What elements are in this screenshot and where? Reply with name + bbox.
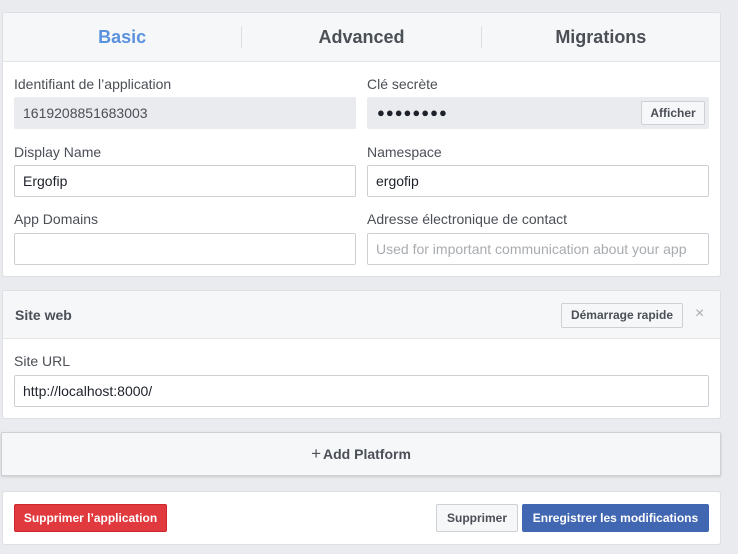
website-platform-panel: Site web Démarrage rapide × Site URL htt… [2, 290, 721, 419]
secret-key-label: Clé secrète [367, 76, 438, 92]
quick-start-button[interactable]: Démarrage rapide [561, 303, 683, 328]
namespace-label: Namespace [367, 144, 442, 160]
secret-key-masked: ●●●●●●●● [377, 105, 448, 120]
app-domains-label: App Domains [14, 211, 99, 227]
app-domains-field[interactable] [14, 233, 356, 265]
site-url-label: Site URL [14, 353, 71, 369]
display-name-label: Display Name [14, 144, 102, 160]
contact-email-placeholder: Used for important communication about y… [376, 241, 687, 257]
app-id-field: 1619208851683003 [14, 97, 356, 129]
tab-advanced[interactable]: Advanced [242, 13, 480, 62]
basic-settings-panel: Basic Advanced Migrations Identifiant de… [2, 12, 721, 277]
delete-button[interactable]: Supprimer [436, 504, 518, 532]
footer-actions-panel: Supprimer l’application Supprimer Enregi… [2, 491, 721, 545]
namespace-field[interactable]: ergofip [367, 165, 709, 197]
show-secret-button[interactable]: Afficher [641, 101, 705, 125]
website-panel-header: Site web Démarrage rapide × [3, 291, 720, 339]
add-platform-button[interactable]: + Add Platform [1, 432, 721, 476]
delete-app-button[interactable]: Supprimer l’application [14, 504, 167, 532]
app-id-label: Identifiant de l’application [14, 76, 172, 92]
settings-tabs: Basic Advanced Migrations [3, 13, 720, 62]
tab-migrations[interactable]: Migrations [482, 13, 720, 62]
contact-email-label: Adresse électronique de contact [367, 211, 568, 227]
site-url-field[interactable]: http://localhost:8000/ [14, 375, 709, 407]
plus-icon: + [311, 444, 322, 463]
close-icon[interactable]: × [695, 304, 704, 324]
website-panel-title: Site web [15, 307, 72, 323]
add-platform-label: Add Platform [323, 446, 411, 462]
save-changes-button[interactable]: Enregistrer les modifications [522, 504, 709, 532]
contact-email-field[interactable]: Used for important communication about y… [367, 233, 709, 265]
display-name-field[interactable]: Ergofip [14, 165, 356, 197]
tab-basic[interactable]: Basic [3, 13, 241, 62]
